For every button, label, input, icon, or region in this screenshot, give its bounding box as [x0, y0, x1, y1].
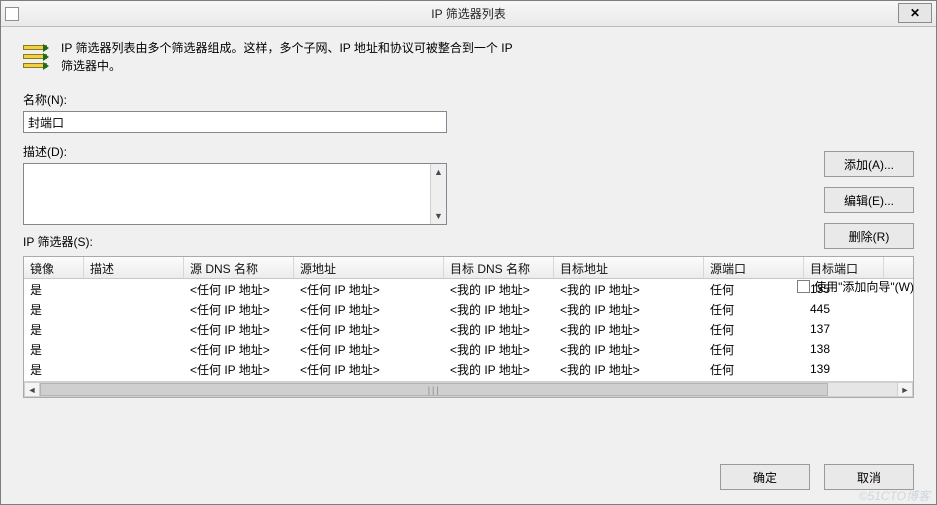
table-cell: 任何	[704, 300, 804, 319]
table-cell: <我的 IP 地址>	[554, 320, 704, 339]
table-cell: 任何	[704, 280, 804, 299]
table-row[interactable]: 是<任何 IP 地址><任何 IP 地址><我的 IP 地址><我的 IP 地址…	[24, 299, 913, 319]
use-wizard-checkbox[interactable]	[797, 280, 810, 293]
table-cell: 137	[804, 321, 884, 337]
scroll-down-icon[interactable]: ▼	[431, 208, 446, 224]
col-src-dns[interactable]: 源 DNS 名称	[184, 257, 294, 278]
col-src-addr[interactable]: 源地址	[294, 257, 444, 278]
col-description[interactable]: 描述	[84, 257, 184, 278]
table-cell	[84, 348, 184, 350]
intro-row: IP 筛选器列表由多个筛选器组成。这样，多个子网、IP 地址和协议可被整合到一个…	[23, 39, 914, 75]
table-cell: 任何	[704, 360, 804, 379]
dialog-content: IP 筛选器列表由多个筛选器组成。这样，多个子网、IP 地址和协议可被整合到一个…	[1, 27, 936, 504]
table-row[interactable]: 是<任何 IP 地址><任何 IP 地址><我的 IP 地址><我的 IP 地址…	[24, 279, 913, 299]
table-cell: <我的 IP 地址>	[554, 360, 704, 379]
table-cell: <任何 IP 地址>	[184, 320, 294, 339]
watermark: ©51CTO博客	[859, 487, 930, 504]
table-cell	[84, 368, 184, 370]
col-dst-dns[interactable]: 目标 DNS 名称	[444, 257, 554, 278]
use-wizard-row: 使用"添加向导"(W)	[797, 278, 914, 295]
description-input[interactable]	[24, 164, 430, 224]
filters-label: IP 筛选器(S):	[23, 233, 93, 250]
table-cell	[84, 328, 184, 330]
intro-line-1: IP 筛选器列表由多个筛选器组成。这样，多个子网、IP 地址和协议可被整合到一个…	[61, 39, 513, 57]
table-cell: 445	[804, 301, 884, 317]
table-cell: <任何 IP 地址>	[294, 280, 444, 299]
intro-text: IP 筛选器列表由多个筛选器组成。这样，多个子网、IP 地址和协议可被整合到一个…	[61, 39, 513, 75]
close-button[interactable]: ✕	[898, 3, 932, 23]
table-cell	[84, 308, 184, 310]
edit-button[interactable]: 编辑(E)...	[824, 187, 914, 213]
filters-table: 镜像 描述 源 DNS 名称 源地址 目标 DNS 名称 目标地址 源端口 目标…	[23, 256, 914, 398]
table-cell: <我的 IP 地址>	[554, 300, 704, 319]
table-cell: <我的 IP 地址>	[554, 340, 704, 359]
table-cell: 是	[24, 360, 84, 379]
table-row[interactable]: 是<任何 IP 地址><任何 IP 地址><我的 IP 地址><我的 IP 地址…	[24, 339, 913, 359]
table-header: 镜像 描述 源 DNS 名称 源地址 目标 DNS 名称 目标地址 源端口 目标…	[24, 257, 913, 279]
table-cell: <任何 IP 地址>	[294, 340, 444, 359]
table-row[interactable]: 是<任何 IP 地址><任何 IP 地址><我的 IP 地址><我的 IP 地址…	[24, 359, 913, 379]
intro-line-2: 筛选器中。	[61, 57, 513, 75]
table-cell: 138	[804, 341, 884, 357]
table-cell	[84, 288, 184, 290]
table-horizontal-scrollbar[interactable]: ◄ ||| ►	[24, 381, 913, 397]
table-cell: <任何 IP 地址>	[294, 360, 444, 379]
close-icon: ✕	[910, 6, 920, 20]
table-cell: 139	[804, 361, 884, 377]
dialog-window: IP 筛选器列表 ✕ IP 筛选器列表由多个筛选器组成。这样，多个子网、IP 地…	[0, 0, 937, 505]
ip-filter-list-icon	[23, 43, 47, 71]
description-scrollbar[interactable]: ▲ ▼	[430, 164, 446, 224]
use-wizard-label: 使用"添加向导"(W)	[814, 278, 914, 295]
col-dst-port[interactable]: 目标端口	[804, 257, 884, 278]
table-cell: <我的 IP 地址>	[444, 300, 554, 319]
remove-button[interactable]: 删除(R)	[824, 223, 914, 249]
table-cell: 是	[24, 300, 84, 319]
scroll-track[interactable]: |||	[40, 382, 897, 397]
table-cell: 是	[24, 320, 84, 339]
scroll-grip-icon: |||	[428, 385, 441, 395]
table-cell: <我的 IP 地址>	[554, 280, 704, 299]
window-title: IP 筛选器列表	[1, 5, 936, 22]
description-wrap: ▲ ▼	[23, 163, 914, 225]
side-buttons: 添加(A)... 编辑(E)... 删除(R)	[824, 151, 914, 249]
table-cell: <任何 IP 地址>	[294, 320, 444, 339]
table-cell: 任何	[704, 340, 804, 359]
table-cell: <任何 IP 地址>	[294, 300, 444, 319]
ok-button[interactable]: 确定	[720, 464, 810, 490]
table-row[interactable]: 是<任何 IP 地址><任何 IP 地址><我的 IP 地址><我的 IP 地址…	[24, 319, 913, 339]
scroll-thumb[interactable]: |||	[40, 383, 828, 396]
table-cell: <任何 IP 地址>	[184, 300, 294, 319]
scroll-right-icon[interactable]: ►	[897, 382, 913, 397]
description-field-outer: ▲ ▼	[23, 163, 447, 225]
table-cell: 是	[24, 280, 84, 299]
scroll-left-icon[interactable]: ◄	[24, 382, 40, 397]
description-label: 描述(D):	[23, 143, 914, 160]
name-input[interactable]	[23, 111, 447, 133]
table-cell: <我的 IP 地址>	[444, 340, 554, 359]
table-cell: <我的 IP 地址>	[444, 320, 554, 339]
add-button[interactable]: 添加(A)...	[824, 151, 914, 177]
name-label: 名称(N):	[23, 91, 914, 108]
table-cell: <任何 IP 地址>	[184, 340, 294, 359]
table-cell: 任何	[704, 320, 804, 339]
col-src-port[interactable]: 源端口	[704, 257, 804, 278]
scroll-up-icon[interactable]: ▲	[431, 164, 446, 180]
table-cell: 是	[24, 340, 84, 359]
col-dst-addr[interactable]: 目标地址	[554, 257, 704, 278]
table-body[interactable]: 是<任何 IP 地址><任何 IP 地址><我的 IP 地址><我的 IP 地址…	[24, 279, 913, 381]
titlebar: IP 筛选器列表 ✕	[1, 1, 936, 27]
table-cell: <我的 IP 地址>	[444, 280, 554, 299]
table-cell: <任何 IP 地址>	[184, 360, 294, 379]
col-mirror[interactable]: 镜像	[24, 257, 84, 278]
table-cell: <我的 IP 地址>	[444, 360, 554, 379]
table-cell: <任何 IP 地址>	[184, 280, 294, 299]
